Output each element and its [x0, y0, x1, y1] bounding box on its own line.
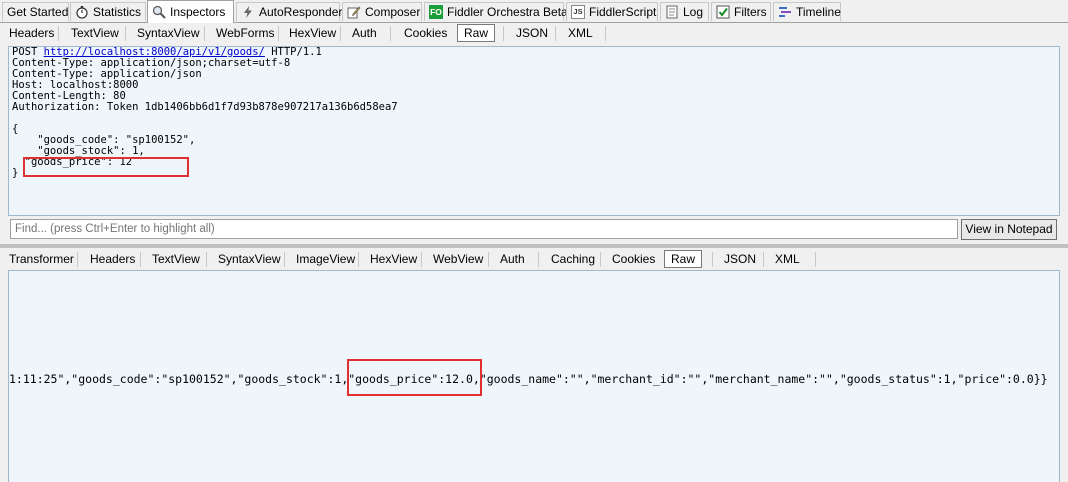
response-text: 1:11:25","goods_code":"sp100152","goods_…: [9, 372, 1048, 386]
response-tab-strip: Transformer Headers TextView SyntaxView …: [0, 249, 1068, 269]
tab-divider: [77, 252, 78, 267]
request-body-line: "goods_price": 12: [12, 156, 133, 168]
tab-divider: [488, 252, 489, 267]
resp-tab-syntaxview[interactable]: SyntaxView: [216, 251, 282, 267]
tab-divider: [204, 26, 205, 41]
req-tab-headers[interactable]: Headers: [7, 25, 56, 41]
req-tab-auth[interactable]: Auth: [350, 25, 379, 41]
tab-divider: [206, 252, 207, 267]
tab-label: Composer: [365, 4, 421, 19]
resp-tab-json[interactable]: JSON: [722, 251, 758, 267]
request-tab-strip: Headers TextView SyntaxView WebForms Hex…: [0, 23, 1068, 43]
tab-label: Inspectors: [170, 4, 226, 19]
tab-label: Fiddler Orchestra Beta: [447, 4, 568, 19]
top-tab-strip: Get Started Statistics Inspectors AutoRe…: [0, 0, 1068, 23]
tab-divider: [340, 26, 341, 41]
tab-divider: [815, 252, 816, 267]
tab-timeline[interactable]: Timeline: [773, 2, 841, 21]
tab-divider: [140, 252, 141, 267]
tab-divider: [58, 26, 59, 41]
tab-divider: [284, 252, 285, 267]
tab-label: Log: [683, 4, 704, 19]
req-tab-hexview[interactable]: HexView: [287, 25, 338, 41]
inspector-icon: [152, 5, 166, 19]
tab-divider: [712, 252, 713, 267]
tab-label: Filters: [734, 4, 767, 19]
fo-icon: FO: [429, 5, 443, 19]
response-raw-pane[interactable]: 1:11:25","goods_code":"sp100152","goods_…: [8, 270, 1060, 482]
req-tab-xml[interactable]: XML: [566, 25, 595, 41]
pane-splitter[interactable]: [0, 244, 1068, 248]
request-text: POST http://localhost:8000/api/v1/goods/…: [9, 47, 1059, 179]
resp-tab-xml[interactable]: XML: [773, 251, 802, 267]
request-header-line: Authorization: Token 1db1406bb6d1f7d93b8…: [12, 101, 398, 113]
tab-divider: [278, 26, 279, 41]
tab-label: Statistics: [93, 4, 142, 19]
checkbox-icon: [716, 5, 730, 19]
tab-log[interactable]: Log: [660, 2, 709, 21]
req-tab-cookies[interactable]: Cookies: [402, 25, 449, 41]
resp-tab-cookies[interactable]: Cookies: [610, 251, 657, 267]
req-tab-json[interactable]: JSON: [514, 25, 550, 41]
log-icon: [665, 5, 679, 19]
tab-label: Timeline: [796, 4, 841, 19]
resp-tab-transformer[interactable]: Transformer: [7, 251, 76, 267]
resp-tab-webview[interactable]: WebView: [431, 251, 485, 267]
tab-fiddler-orchestra[interactable]: FO Fiddler Orchestra Beta: [424, 2, 568, 21]
req-tab-syntaxview[interactable]: SyntaxView: [135, 25, 201, 41]
tab-autoresponder[interactable]: AutoResponder: [236, 2, 343, 21]
pencil-icon: [347, 5, 361, 19]
req-tab-textview[interactable]: TextView: [69, 25, 121, 41]
tab-divider: [421, 252, 422, 267]
tab-label: AutoResponder: [259, 4, 343, 19]
request-raw-pane[interactable]: POST http://localhost:8000/api/v1/goods/…: [8, 46, 1060, 216]
tab-divider: [390, 26, 391, 41]
tab-inspectors[interactable]: Inspectors: [147, 0, 234, 23]
js-icon: JS: [571, 5, 585, 19]
tab-label: Get Started: [7, 4, 69, 19]
tab-statistics[interactable]: Statistics: [70, 2, 146, 21]
view-in-notepad-button[interactable]: View in Notepad: [961, 219, 1057, 240]
tab-divider: [763, 252, 764, 267]
tab-divider: [600, 252, 601, 267]
timeline-icon: [778, 5, 792, 19]
lightning-icon: [241, 5, 255, 19]
tab-divider: [358, 252, 359, 267]
tab-divider: [125, 26, 126, 41]
resp-tab-textview[interactable]: TextView: [150, 251, 202, 267]
tab-filters[interactable]: Filters: [711, 2, 771, 21]
stopwatch-icon: [75, 5, 89, 19]
tab-divider: [538, 252, 539, 267]
req-tab-webforms[interactable]: WebForms: [214, 25, 276, 41]
resp-tab-raw[interactable]: Raw: [664, 250, 703, 268]
resp-tab-auth[interactable]: Auth: [498, 251, 527, 267]
req-tab-raw[interactable]: Raw: [457, 24, 496, 42]
tab-divider: [503, 26, 504, 41]
resp-tab-hexview[interactable]: HexView: [368, 251, 419, 267]
tab-composer[interactable]: Composer: [342, 2, 422, 21]
resp-tab-headers[interactable]: Headers: [88, 251, 137, 267]
resp-tab-imageview[interactable]: ImageView: [294, 251, 357, 267]
tab-fiddlerscript[interactable]: JS FiddlerScript: [566, 2, 658, 21]
resp-tab-caching[interactable]: Caching: [549, 251, 597, 267]
tab-divider: [555, 26, 556, 41]
tab-divider: [605, 26, 606, 41]
request-body-line: }: [12, 167, 19, 179]
tab-label: FiddlerScript: [589, 4, 657, 19]
tab-get-started[interactable]: Get Started: [2, 2, 69, 21]
find-input[interactable]: [10, 219, 958, 239]
